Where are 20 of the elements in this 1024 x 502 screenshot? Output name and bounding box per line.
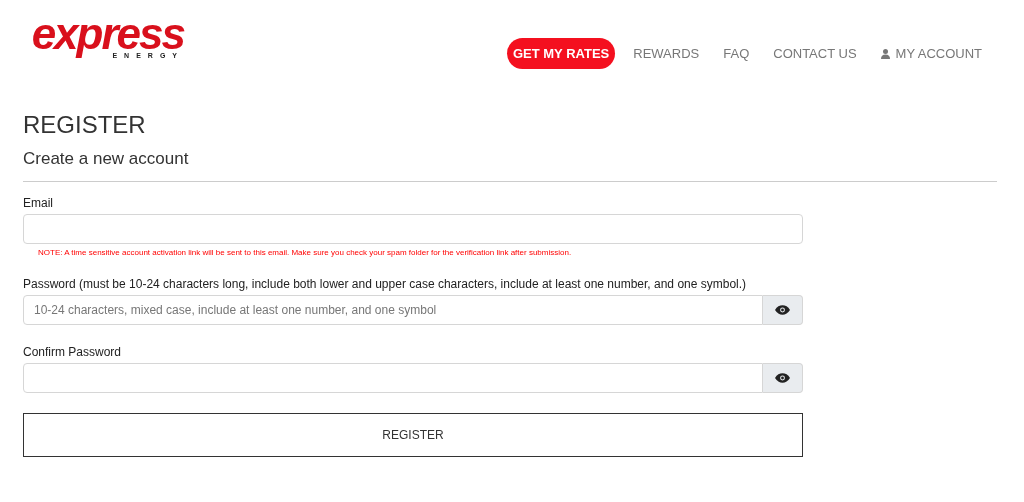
- field-label: Confirm Password: [23, 345, 123, 359]
- page-title: REGISTER: [23, 111, 147, 139]
- show-password-button[interactable]: [763, 295, 803, 325]
- nav-link[interactable]: CONTACT US: [761, 38, 869, 69]
- nav-link[interactable]: MY ACCOUNT: [868, 38, 994, 69]
- eye-icon: [775, 305, 790, 315]
- show-password-button[interactable]: [763, 363, 803, 393]
- nav-link[interactable]: REWARDS: [621, 38, 712, 69]
- email-note: NOTE: A time sensitive account activation link will be sent to this email. Make sure you check your spam folder for the verification link after submission.: [38, 248, 573, 257]
- email-field[interactable]: [23, 214, 803, 244]
- register-button[interactable]: REGISTER: [23, 413, 803, 457]
- field-label: Password (must be 10-24 characters long, include both lower and upper case characters, include at least one number, and one symbol.): [23, 277, 748, 291]
- field-label: Email: [23, 196, 54, 210]
- user-icon: [880, 48, 890, 59]
- eye-icon: [775, 373, 790, 383]
- password-field[interactable]: 10-24 characters, mixed case, include at least one number, and one symbol: [23, 295, 763, 325]
- page-subtitle: Create a new account: [23, 149, 190, 169]
- nav-link[interactable]: FAQ: [711, 38, 762, 69]
- password-field[interactable]: [23, 363, 763, 393]
- get-rates-button[interactable]: GET MY RATES: [506, 38, 616, 69]
